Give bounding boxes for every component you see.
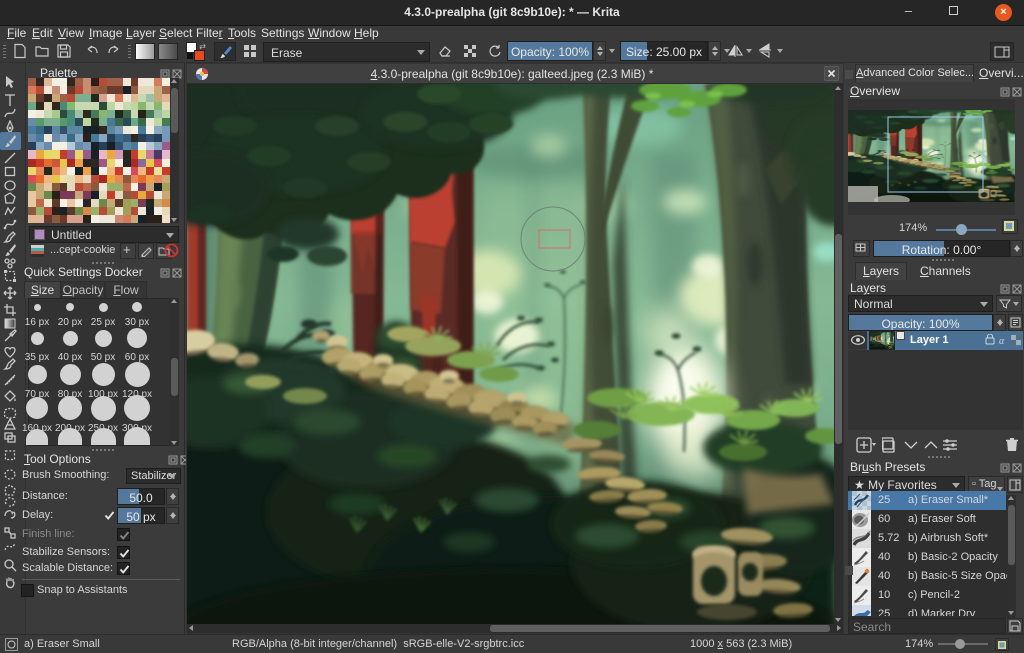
svg-text:α: α xyxy=(999,336,1005,346)
